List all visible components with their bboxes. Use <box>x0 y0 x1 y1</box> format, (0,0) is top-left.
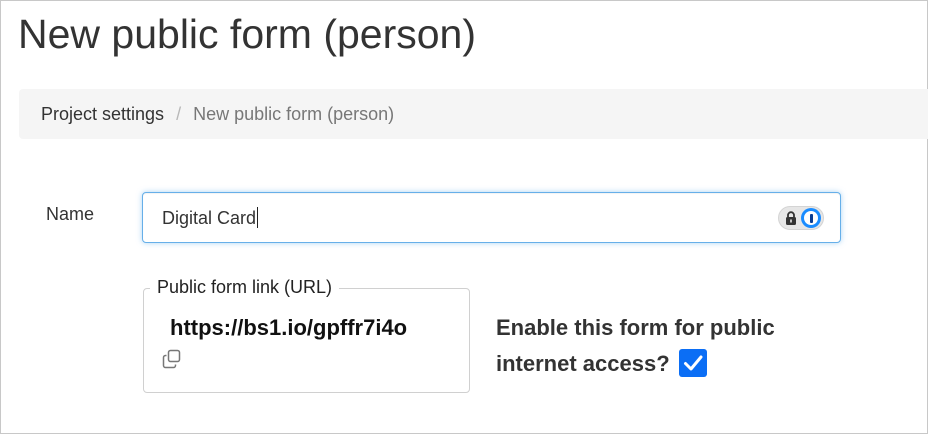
breadcrumb-project-settings[interactable]: Project settings <box>41 104 164 125</box>
copy-icon[interactable] <box>162 349 182 369</box>
enable-public-access-checkbox[interactable] <box>678 349 707 377</box>
breadcrumb-current-page: New public form (person) <box>193 103 395 124</box>
enable-public-access: Enable this form for public internet acc… <box>496 310 836 382</box>
enable-public-access-label: Enable this form for public internet acc… <box>496 315 775 376</box>
form-page: New public form (person) Project setting… <box>0 0 928 434</box>
onepassword-icon <box>801 208 821 228</box>
public-link-url[interactable]: https://bs1.io/gpffr7i4o <box>170 315 407 341</box>
password-manager-badge[interactable] <box>778 206 824 230</box>
breadcrumb: Project settings / New public form (pers… <box>19 89 928 139</box>
text-caret <box>257 207 259 228</box>
lock-icon <box>784 211 798 231</box>
onepassword-icon-bar <box>809 213 813 223</box>
checkmark-icon <box>683 355 703 371</box>
name-label: Name <box>46 204 95 224</box>
onepassword-icon-inner <box>804 211 818 225</box>
name-input[interactable]: Digital Card <box>142 192 841 243</box>
page-title: New public form (person) <box>18 11 476 57</box>
breadcrumb-separator: / <box>176 103 182 124</box>
name-input-value: Digital Card <box>162 207 259 228</box>
public-link-legend: Public form link (URL) <box>150 276 340 298</box>
